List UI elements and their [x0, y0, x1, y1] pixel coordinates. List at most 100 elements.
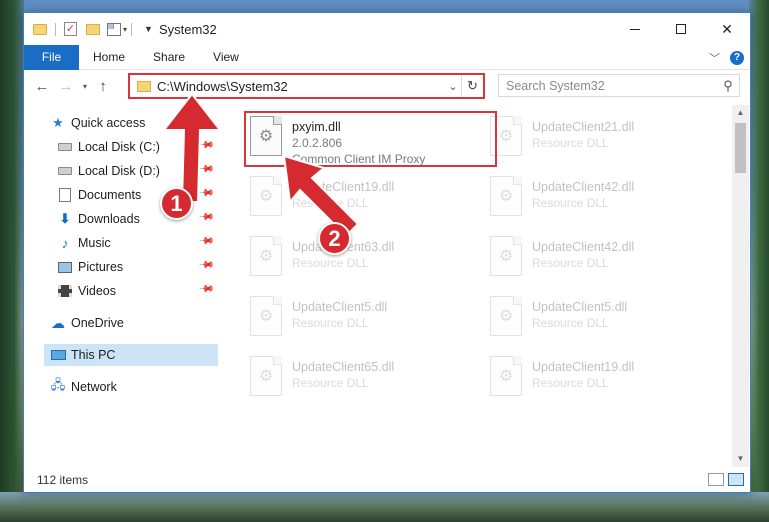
- sidebar-item-label: Network: [71, 380, 117, 394]
- help-icon[interactable]: ?: [730, 50, 744, 65]
- title-separator: [131, 22, 133, 36]
- item-count: 112 items: [37, 473, 89, 487]
- dll-file-icon: ⚙: [250, 356, 282, 396]
- step-badge-1: 1: [160, 187, 193, 220]
- drive-icon: [58, 143, 72, 151]
- sidebar-item-videos[interactable]: Videos 📌: [57, 280, 218, 302]
- sidebar-item-label: Documents: [78, 188, 142, 202]
- file-description: Resource DLL: [292, 256, 369, 270]
- sidebar-item-this-pc[interactable]: This PC: [44, 344, 218, 366]
- sidebar-item-label: Local Disk (C:): [78, 140, 160, 154]
- customize-toolbar-icon[interactable]: ▼: [144, 24, 153, 34]
- dll-file-icon: ⚙: [250, 296, 282, 336]
- refresh-icon[interactable]: ↻: [461, 75, 483, 97]
- close-icon: ✕: [721, 20, 733, 37]
- tab-view[interactable]: View: [199, 50, 253, 64]
- properties-check-icon[interactable]: ✓: [64, 22, 77, 36]
- desktop-background-bottom: [0, 492, 769, 522]
- tab-home[interactable]: Home: [79, 50, 139, 64]
- maximize-button[interactable]: [658, 13, 704, 45]
- scroll-thumb[interactable]: [735, 123, 746, 173]
- file-description: Resource DLL: [532, 256, 609, 270]
- sidebar-item-label: This PC: [71, 348, 116, 362]
- maximize-icon: [676, 24, 686, 34]
- vertical-scrollbar[interactable]: ▲ ▼: [732, 105, 749, 467]
- desktop-background-left: [0, 0, 24, 522]
- videos-icon-wrap: [57, 283, 73, 299]
- file-item[interactable]: ⚙ UpdateClient42.dll Resource DLL: [484, 231, 714, 289]
- search-placeholder[interactable]: Search System32: [506, 79, 717, 93]
- sidebar-item-label: Local Disk (D:): [78, 164, 160, 178]
- sidebar-item-label: Videos: [78, 284, 116, 298]
- file-description: Resource DLL: [292, 376, 369, 390]
- folder-icon: [33, 23, 47, 35]
- minimize-button[interactable]: [612, 13, 658, 45]
- drive-icon: [58, 167, 72, 175]
- scroll-up-icon[interactable]: ▲: [732, 105, 749, 121]
- window-controls: ✕: [612, 13, 750, 45]
- ribbon-tabs: File Home Share View ﹀ ?: [24, 44, 750, 70]
- pc-icon-wrap: [50, 347, 66, 363]
- dll-file-icon: ⚙: [490, 236, 522, 276]
- cloud-icon: ☁: [51, 314, 65, 331]
- sidebar-item-label: Downloads: [78, 212, 140, 226]
- sidebar-item-label: Music: [78, 236, 111, 250]
- scroll-down-icon[interactable]: ▼: [732, 451, 749, 467]
- drive-icon-wrap: [57, 163, 73, 179]
- quick-access-dropdown-icon[interactable]: ▾: [123, 25, 127, 34]
- pin-icon[interactable]: 📌: [197, 257, 214, 274]
- file-text: UpdateClient42.dll Resource DLL: [532, 171, 634, 229]
- dll-file-icon: ⚙: [250, 176, 282, 216]
- pc-icon: [50, 350, 66, 360]
- up-arrow-icon[interactable]: ↑: [92, 78, 114, 95]
- file-item[interactable]: ⚙ UpdateClient21.dll Resource DLL: [484, 111, 714, 169]
- search-input[interactable]: Search System32 ⚲: [498, 74, 740, 97]
- videos-icon: [58, 285, 72, 297]
- close-button[interactable]: ✕: [704, 13, 750, 45]
- pin-icon[interactable]: 📌: [197, 281, 214, 298]
- file-item[interactable]: ⚙ UpdateClient5.dll Resource DLL: [484, 291, 714, 349]
- file-name: UpdateClient5.dll: [292, 300, 388, 314]
- file-name: UpdateClient42.dll: [532, 180, 635, 194]
- file-text: UpdateClient42.dll Resource DLL: [532, 231, 634, 289]
- documents-icon-wrap: [57, 187, 73, 203]
- new-folder-icon[interactable]: [86, 23, 100, 35]
- status-bar: 112 items: [24, 468, 750, 492]
- drive-icon-wrap: [57, 139, 73, 155]
- file-item[interactable]: ⚙ UpdateClient5.dll Resource DLL: [244, 291, 474, 349]
- quick-access-separator: [55, 22, 56, 36]
- downloads-icon: ⬇: [59, 211, 71, 226]
- file-text: UpdateClient5.dll Resource DLL: [292, 291, 387, 349]
- forward-arrow-icon[interactable]: →: [54, 78, 78, 95]
- sidebar-item-label: OneDrive: [71, 316, 124, 330]
- navigation-bar: ← → ▾ ↑ C:\Windows\System32 ⌄ ↻ Search S…: [24, 71, 750, 101]
- sidebar-item-onedrive[interactable]: ☁ OneDrive: [50, 312, 218, 334]
- desktop-background-right: [749, 0, 769, 522]
- expand-ribbon-icon[interactable]: ﹀: [709, 50, 720, 66]
- tab-share[interactable]: Share: [139, 50, 199, 64]
- dll-file-icon: ⚙: [490, 356, 522, 396]
- recent-locations-icon[interactable]: ▾: [78, 82, 92, 91]
- file-text: UpdateClient65.dll Resource DLL: [292, 351, 394, 409]
- ribbon-right-controls: ﹀ ?: [709, 45, 744, 70]
- file-name: UpdateClient21.dll: [532, 120, 635, 134]
- sidebar-item-label: Pictures: [78, 260, 124, 274]
- search-icon[interactable]: ⚲: [717, 78, 739, 94]
- address-dropdown-icon[interactable]: ⌄: [445, 80, 461, 93]
- tab-file[interactable]: File: [24, 44, 79, 70]
- view-properties-icon[interactable]: ▤: [107, 22, 121, 36]
- back-arrow-icon[interactable]: ←: [30, 78, 54, 95]
- file-item[interactable]: ⚙ UpdateClient65.dll Resource DLL: [244, 351, 474, 409]
- sidebar-item-network[interactable]: 🖧 Network: [50, 376, 218, 398]
- minimize-icon: [630, 28, 640, 30]
- file-description: Resource DLL: [532, 196, 609, 210]
- sidebar-item-pictures[interactable]: Pictures 📌: [57, 256, 218, 278]
- file-item[interactable]: ⚙ UpdateClient42.dll Resource DLL: [484, 171, 714, 229]
- details-view-icon[interactable]: [708, 473, 724, 486]
- sidebar-item-music[interactable]: ♪ Music 📌: [57, 232, 218, 254]
- file-name: UpdateClient5.dll: [532, 300, 628, 314]
- file-name: UpdateClient19.dll: [532, 360, 635, 374]
- pin-icon[interactable]: 📌: [197, 233, 214, 250]
- file-item[interactable]: ⚙ UpdateClient19.dll Resource DLL: [484, 351, 714, 409]
- large-icons-view-icon[interactable]: [728, 473, 744, 486]
